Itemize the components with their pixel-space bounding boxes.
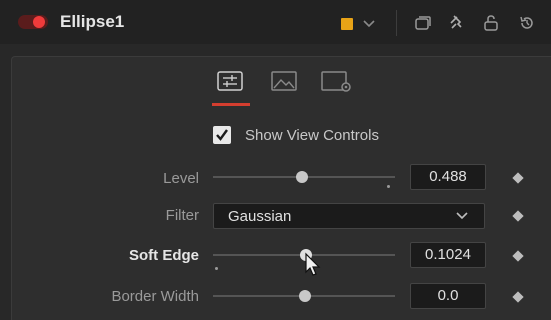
show-view-controls-label: Show View Controls <box>245 127 379 144</box>
soft-edge-label: Soft Edge <box>129 247 199 264</box>
level-value-field[interactable]: 0.488 <box>410 164 486 190</box>
controls-tab-icon[interactable] <box>216 70 244 92</box>
soft-edge-default-marker <box>215 267 218 270</box>
filter-label: Filter <box>165 207 199 224</box>
border-width-label: Border Width <box>111 288 199 305</box>
color-swatch[interactable] <box>341 18 353 30</box>
lock-icon[interactable] <box>482 14 500 32</box>
level-label: Level <box>163 170 199 187</box>
window-icon[interactable] <box>414 14 432 32</box>
level-default-marker <box>387 185 390 188</box>
inspector-header: Ellipse1 <box>0 0 551 44</box>
active-tab-indicator <box>212 103 250 106</box>
settings-tab-icon[interactable] <box>320 70 354 94</box>
chevron-down-icon <box>456 212 468 220</box>
level-slider-handle[interactable] <box>296 171 308 183</box>
filter-dropdown[interactable]: Gaussian <box>213 203 485 229</box>
chevron-down-icon[interactable] <box>360 14 378 32</box>
checkmark-icon <box>216 129 228 141</box>
node-title: Ellipse1 <box>60 12 125 31</box>
soft-edge-value-field[interactable]: 0.1024 <box>410 242 486 268</box>
border-width-slider-handle[interactable] <box>299 290 311 302</box>
mouse-cursor-icon <box>305 252 321 276</box>
toggle-knob <box>33 16 45 28</box>
reset-icon[interactable] <box>518 14 536 32</box>
show-view-controls-checkbox[interactable] <box>213 126 231 144</box>
image-tab-icon[interactable] <box>270 70 298 92</box>
node-enable-toggle[interactable] <box>18 15 48 29</box>
header-divider <box>396 10 397 36</box>
border-width-value-field[interactable]: 0.0 <box>410 283 486 309</box>
filter-selected-value: Gaussian <box>228 208 292 225</box>
pin-icon[interactable] <box>448 14 466 32</box>
